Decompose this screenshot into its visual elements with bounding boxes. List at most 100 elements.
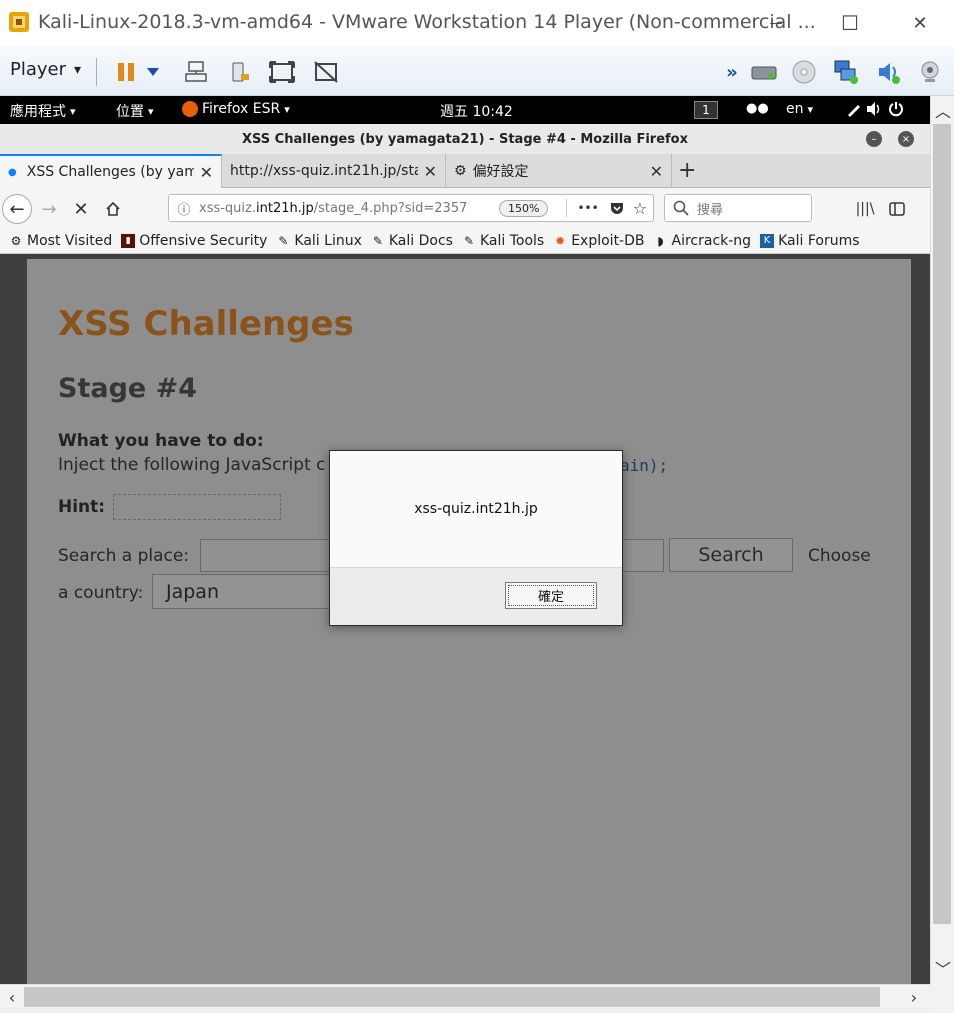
send-ctrl-alt-del-button[interactable] (182, 58, 210, 86)
tab-preferences[interactable]: ⚙ 偏好設定 ✕ (446, 154, 672, 188)
firefox-app-menu[interactable]: Firefox ESR ▾ (182, 101, 290, 117)
firefox-minimize-button[interactable]: – (866, 131, 882, 147)
caret-down-icon: ▾ (148, 104, 154, 118)
clock[interactable]: 週五 10:42 (440, 101, 513, 121)
url-prefix: xss-quiz. (199, 200, 256, 216)
scroll-left-icon[interactable]: ‹ (2, 987, 22, 1007)
bookmark-kali-tools[interactable]: ✎ Kali Tools (462, 233, 544, 249)
stop-x-icon: ✕ (73, 198, 89, 220)
scroll-right-icon[interactable]: › (904, 987, 924, 1007)
bookmark-offensive-security[interactable]: ▮ Offensive Security (121, 233, 267, 249)
hint-box[interactable] (113, 494, 281, 520)
vertical-scrollbar[interactable]: ︿ ﹀ (930, 96, 954, 984)
caret-down-icon: ▾ (70, 104, 76, 118)
close-tab-icon[interactable]: ✕ (200, 163, 213, 182)
speaker-icon (879, 63, 900, 84)
sound-card-button[interactable] (874, 58, 902, 86)
hint-label: Hint: (58, 497, 106, 517)
tab-xss-challenges[interactable]: ● XSS Challenges (by yamagata21) - Stage… (0, 154, 222, 188)
people-icon[interactable]: ●● (746, 101, 769, 116)
page-title: XSS Challenges (58, 304, 354, 344)
page-actions-icon[interactable]: ••• (577, 201, 598, 215)
vm-title-bar: Kali-Linux-2018.3-vm-amd64 - VMware Work… (0, 0, 954, 46)
zoom-indicator[interactable]: 150% (499, 199, 549, 217)
firefox-window-title: XSS Challenges (by yamagata21) - Stage #… (0, 124, 930, 154)
library-button[interactable]: |||\ (850, 194, 880, 224)
stop-button[interactable]: ✕ (66, 194, 96, 224)
bookmark-aircrack-ng[interactable]: ◗ Aircrack-ng (654, 233, 751, 249)
system-tray[interactable] (846, 101, 904, 117)
hard-disk-button[interactable] (750, 58, 778, 86)
usb-device-icon (232, 62, 249, 82)
arrow-right-icon: → (41, 198, 57, 220)
pause-icon (118, 63, 134, 81)
vertical-scroll-thumb[interactable] (933, 124, 951, 924)
unity-disabled-icon (314, 61, 338, 83)
unity-button[interactable] (312, 58, 340, 86)
vm-window-title: Kali-Linux-2018.3-vm-amd64 - VMware Work… (38, 11, 816, 33)
home-button[interactable] (98, 194, 128, 224)
horizontal-scroll-thumb[interactable] (24, 987, 880, 1007)
network-icon (834, 60, 858, 84)
places-menu[interactable]: 位置 ▾ (116, 101, 154, 121)
tab-label: XSS Challenges (by yamagata21) - Stage #… (26, 164, 194, 180)
firefox-close-button[interactable]: × (898, 131, 914, 147)
search-button[interactable]: Search (669, 538, 793, 572)
pause-button[interactable] (112, 58, 140, 86)
country-select[interactable]: Japan (152, 574, 332, 609)
places-label: 位置 (116, 104, 144, 120)
new-tab-button[interactable]: + (678, 158, 696, 183)
exploitdb-icon: ✹ (555, 233, 566, 248)
url-path: /stage_4.php?sid=2357 (313, 200, 468, 216)
removable-devices-button[interactable] (226, 58, 254, 86)
player-menu-label: Player (10, 59, 67, 80)
task-text: Inject the following JavaScript c (58, 455, 326, 475)
loading-dot-icon: ● (8, 166, 17, 178)
kali-dragon-icon: ✎ (278, 233, 289, 248)
language-menu[interactable]: en ▾ (786, 101, 813, 117)
site-info-icon[interactable]: ⓘ (169, 199, 199, 218)
horizontal-scrollbar[interactable]: ‹ › (0, 984, 930, 1008)
scroll-down-icon[interactable]: ﹀ (933, 958, 953, 979)
bookmark-kali-forums[interactable]: K Kali Forums (760, 233, 860, 249)
home-icon (106, 201, 120, 216)
close-tab-icon[interactable]: ✕ (424, 162, 437, 181)
webcam-button[interactable] (916, 58, 944, 86)
tab-label: http://xss-quiz.int21h.jp/stage_4.php (230, 163, 418, 179)
caret-down-icon: ▾ (807, 102, 814, 116)
close-window-button[interactable]: ✕ (900, 8, 940, 38)
bookmark-exploit-db[interactable]: ✹ Exploit-DB (553, 233, 644, 249)
url-domain: int21h.jp (256, 200, 314, 216)
firefox-app-label: Firefox ESR (202, 101, 281, 117)
kali-dragon-icon: ✎ (463, 233, 474, 248)
minimize-button[interactable]: — (756, 8, 796, 38)
search-bar[interactable]: 搜尋 (664, 194, 812, 222)
scroll-up-icon[interactable]: ︿ (933, 100, 953, 121)
close-tab-icon[interactable]: ✕ (650, 162, 663, 181)
pocket-icon[interactable] (609, 200, 625, 216)
pause-dropdown-button[interactable] (143, 58, 163, 86)
ok-button[interactable]: 確定 (505, 582, 597, 609)
sidebar-button[interactable] (882, 194, 912, 224)
minimize-icon: — (769, 15, 783, 31)
cd-icon (792, 60, 816, 84)
urlbar-divider (566, 199, 568, 217)
player-menu[interactable]: Player ▾ (10, 59, 81, 80)
back-button[interactable]: ← (2, 194, 32, 224)
workspace-indicator[interactable]: 1 (694, 101, 718, 119)
applications-menu[interactable]: 應用程式 ▾ (10, 101, 76, 121)
fit-guest-button[interactable] (268, 58, 296, 86)
bookmark-star-icon[interactable]: ☆ (633, 199, 647, 218)
tab-stage4-url[interactable]: http://xss-quiz.int21h.jp/stage_4.php ✕ (222, 154, 446, 188)
bookmark-kali-docs[interactable]: ✎ Kali Docs (371, 233, 453, 249)
bookmark-most-visited[interactable]: ⚙ Most Visited (9, 233, 113, 249)
gear-icon: ⚙ (454, 163, 467, 179)
url-bar[interactable]: ⓘ xss-quiz.int21h.jp/stage_4.php?sid=235… (168, 194, 654, 222)
alert-message: xss-quiz.int21h.jp (414, 501, 538, 517)
forward-button[interactable]: → (34, 194, 64, 224)
maximize-button[interactable]: ☐ (830, 8, 870, 38)
more-tools-button[interactable]: » (720, 58, 744, 86)
cd-dvd-button[interactable] (790, 58, 818, 86)
network-adapter-button[interactable] (832, 58, 860, 86)
bookmark-kali-linux[interactable]: ✎ Kali Linux (276, 233, 362, 249)
